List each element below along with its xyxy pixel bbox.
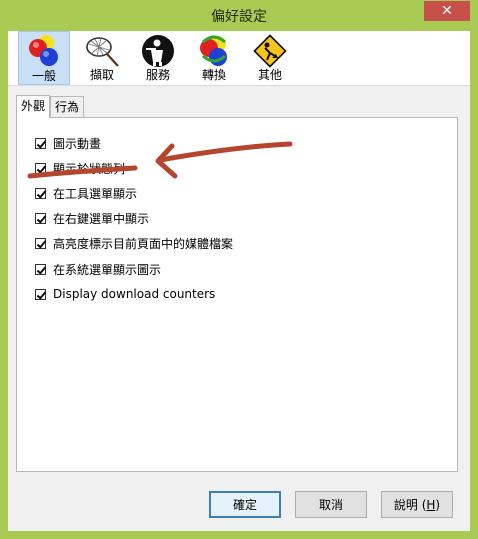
tab-behavior[interactable]: 行為	[50, 96, 84, 117]
window-title: 偏好設定	[211, 9, 267, 25]
toolbar-item-service[interactable]: 服務	[132, 31, 184, 85]
ok-button[interactable]: 確定	[209, 491, 281, 518]
toolbar-item-general[interactable]: 一般	[18, 31, 70, 85]
appearance-panel: 圖示動畫 顯示於狀態列 在工具選單顯示 在右鍵選單中顯示 高亮度標示目前頁面中的…	[16, 117, 458, 472]
option-label: 在右鍵選單中顯示	[53, 211, 150, 226]
checkbox[interactable]	[35, 237, 46, 249]
waiter-service-icon	[142, 35, 174, 67]
option-show-in-context-menu[interactable]: 在右鍵選單中顯示	[35, 210, 149, 226]
toolbar-label-capture: 擷取	[89, 68, 114, 82]
help-label-suffix: )	[435, 497, 441, 512]
general-balls-icon	[29, 35, 58, 66]
net-capture-icon	[86, 37, 119, 67]
toolbar-item-convert[interactable]: 轉換	[188, 31, 240, 85]
preferences-window: 偏好設定 ✕ 一般 擷取 服務 轉換 其他 外觀 行為 圖示動畫 顯示於狀態列 …	[0, 0, 478, 539]
cancel-button[interactable]: 取消	[295, 491, 367, 518]
category-toolbar: 一般 擷取 服務 轉換 其他	[8, 31, 470, 86]
close-icon: ✕	[441, 3, 453, 19]
option-label: 在系統選單顯示圖示	[53, 262, 162, 277]
toolbar-label-service: 服務	[145, 68, 170, 82]
checkbox[interactable]	[35, 187, 46, 199]
option-display-download-counters[interactable]: Display download counters	[35, 286, 215, 302]
help-button[interactable]: 說明 (H)	[381, 491, 453, 518]
help-accelerator: H	[426, 497, 436, 512]
help-label-prefix: 說明 (	[393, 498, 427, 512]
option-show-in-statusbar[interactable]: 顯示於狀態列	[35, 160, 125, 176]
checkbox[interactable]	[35, 212, 46, 224]
title-bar[interactable]: 偏好設定 ✕	[0, 0, 478, 31]
toolbar-item-other[interactable]: 其他	[244, 31, 296, 85]
toolbar-label-other: 其他	[257, 68, 282, 82]
option-label: 顯示於狀態列	[53, 161, 126, 176]
option-highlight-media[interactable]: 高亮度標示目前頁面中的媒體檔案	[35, 235, 233, 251]
checkbox[interactable]	[35, 162, 46, 174]
checkbox[interactable]	[35, 288, 46, 300]
option-show-in-tools-menu[interactable]: 在工具選單顯示	[35, 185, 137, 201]
option-label: 在工具選單顯示	[53, 186, 138, 201]
option-label: Display download counters	[53, 287, 216, 301]
option-label: 圖示動畫	[53, 136, 102, 151]
tab-appearance[interactable]: 外觀	[16, 95, 50, 118]
checkbox[interactable]	[35, 137, 46, 149]
toolbar-label-general: 一般	[31, 69, 56, 83]
convert-balls-icon	[200, 35, 227, 66]
close-button[interactable]: ✕	[424, 1, 470, 21]
toolbar-label-convert: 轉換	[201, 68, 226, 82]
option-show-in-system-menu[interactable]: 在系統選單顯示圖示	[35, 261, 161, 277]
option-label: 高亮度標示目前頁面中的媒體檔案	[53, 236, 234, 251]
warning-sign-icon	[253, 34, 287, 68]
option-icon-animation[interactable]: 圖示動畫	[35, 135, 101, 151]
checkbox[interactable]	[35, 263, 46, 275]
dialog-client-area: 一般 擷取 服務 轉換 其他 外觀 行為 圖示動畫 顯示於狀態列 在工具選單顯示…	[8, 31, 470, 531]
toolbar-item-capture[interactable]: 擷取	[76, 31, 128, 85]
